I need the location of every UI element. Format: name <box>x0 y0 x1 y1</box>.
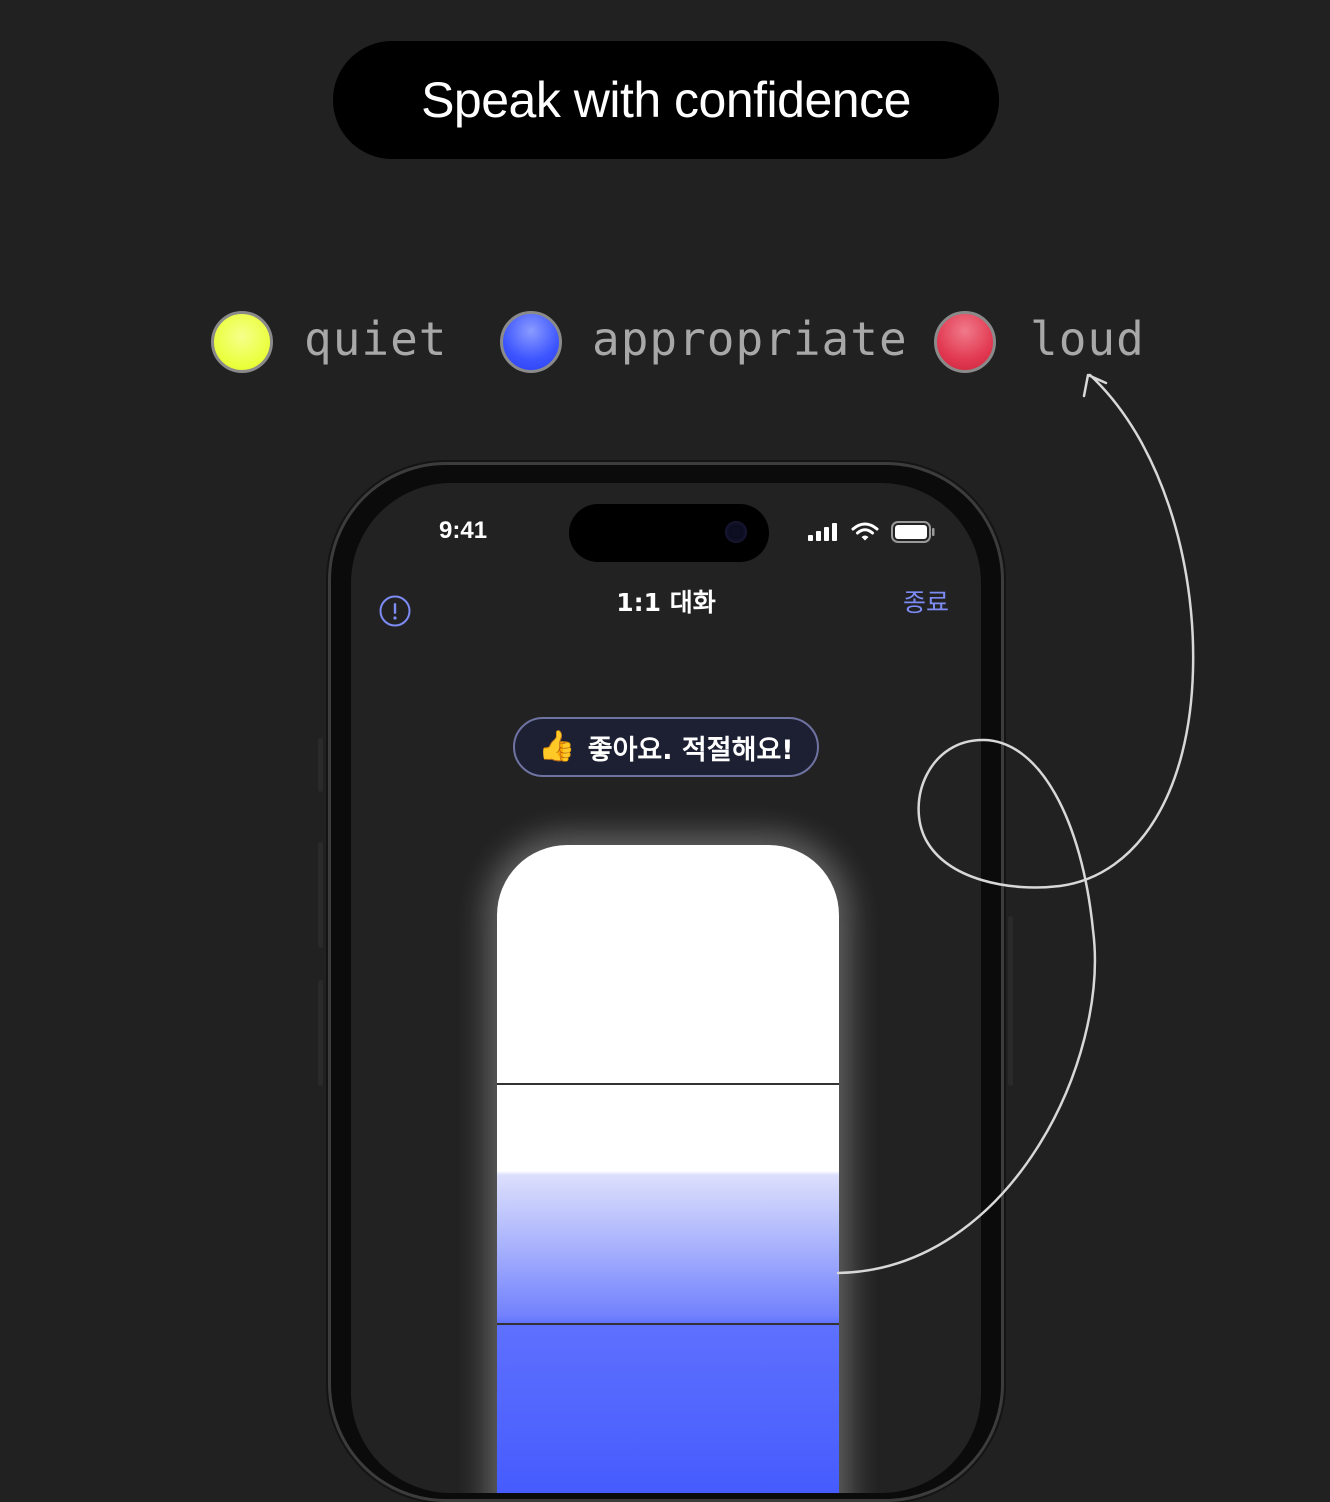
phone-screen: 9:41 1:1 대화 종료 👍 좋아요. 적절해요! <box>351 483 981 1493</box>
cellular-signal-icon <box>808 523 837 541</box>
quiet-legend-dot <box>211 311 273 373</box>
thumbs-up-icon: 👍 <box>538 730 576 763</box>
phone-mockup: 9:41 1:1 대화 종료 👍 좋아요. 적절해요! <box>328 462 1004 1502</box>
status-time: 9:41 <box>439 517 488 544</box>
volume-meter <box>497 845 839 1493</box>
feedback-message: 좋아요. 적절해요! <box>587 734 794 766</box>
battery-icon <box>891 521 935 543</box>
headline-text: Speak with confidence <box>421 72 911 128</box>
loud-threshold-line <box>497 1083 839 1085</box>
front-camera-icon <box>725 521 747 543</box>
conversation-title: 1:1 대화 <box>616 588 716 617</box>
status-icons <box>807 521 935 543</box>
loud-legend-label: loud <box>1030 312 1145 366</box>
action-button <box>318 738 323 792</box>
volume-down-button <box>318 980 323 1086</box>
quiet-legend-label: quiet <box>304 312 448 366</box>
feedback-badge: 👍 좋아요. 적절해요! <box>513 717 819 777</box>
end-button[interactable]: 종료 <box>903 583 949 619</box>
headline-banner: Speak with confidence <box>333 41 999 159</box>
power-button <box>1008 916 1013 1086</box>
loud-legend-dot <box>934 311 996 373</box>
appropriate-legend-dot <box>500 311 562 373</box>
appropriate-legend-label: appropriate <box>592 312 908 366</box>
volume-up-button <box>318 842 323 948</box>
dynamic-island <box>569 504 769 562</box>
quiet-threshold-line <box>497 1323 839 1325</box>
wifi-icon <box>851 522 879 541</box>
